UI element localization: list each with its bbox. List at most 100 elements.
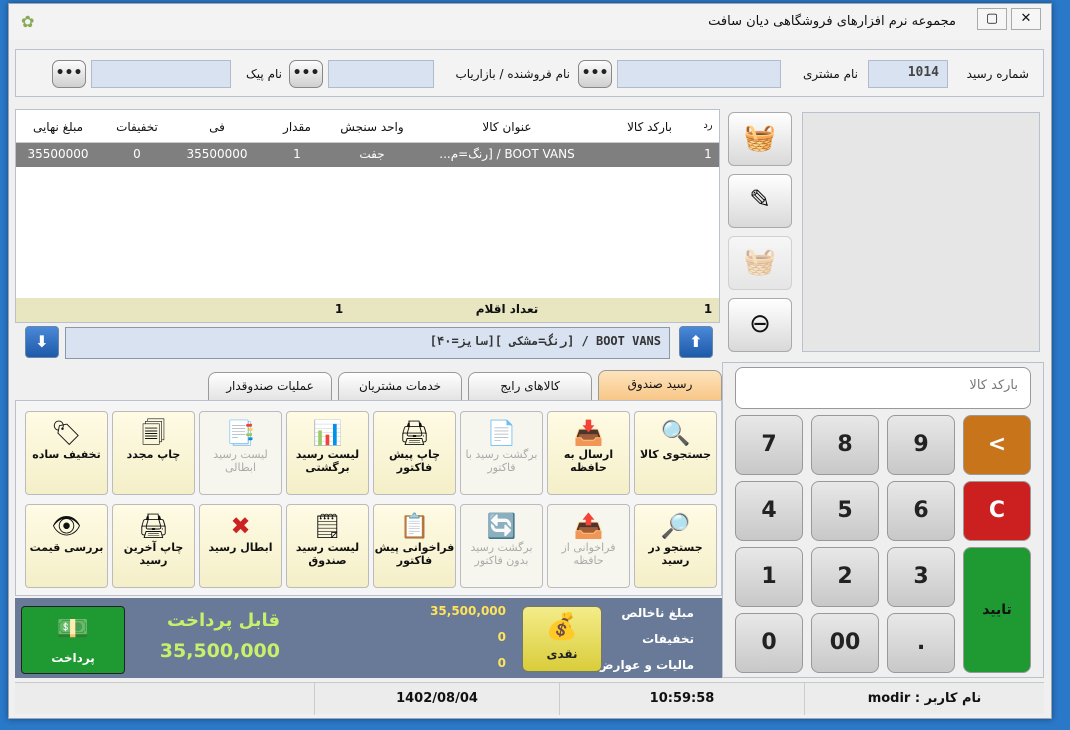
barcode-input[interactable]: بارکد کالا <box>735 367 1031 409</box>
discount-value: 0 <box>497 630 506 644</box>
payable-label: قابل پرداخت <box>166 610 280 631</box>
key-00[interactable]: 00 <box>811 613 879 673</box>
return-with-invoice-button[interactable]: 📄 برگشت رسید با فاکتور <box>460 411 543 495</box>
returned-receipts-list-button[interactable]: 📊 لیست رسید برگشتی <box>286 411 369 495</box>
col-unit: واحد سنجش <box>340 120 404 134</box>
payable-amount: 35,500,000 <box>159 640 280 662</box>
add-to-basket-button[interactable]: 🧺 <box>728 112 792 166</box>
key-9[interactable]: 9 <box>887 415 955 475</box>
receipt-number-label: شماره رسید <box>966 67 1029 81</box>
grid-header: رد بارکد کالا عنوان کالا واحد سنجش مقدار… <box>16 110 719 143</box>
key-6[interactable]: 6 <box>887 481 955 541</box>
basket-up-button[interactable]: 🧺 <box>728 236 792 290</box>
key-7[interactable]: 7 <box>735 415 803 475</box>
outbox-icon: 📤 <box>573 512 604 540</box>
clear-key[interactable]: C <box>963 481 1031 541</box>
key-8[interactable]: 8 <box>811 415 879 475</box>
close-button[interactable]: ✕ <box>1011 8 1041 30</box>
price-check-button[interactable]: 👁 بررسی قیمت <box>25 504 108 588</box>
print-last-receipt-button[interactable]: 🖨 چاپ آخرین رسید <box>112 504 195 588</box>
simple-discount-button[interactable]: 🏷 تخفیف ساده <box>25 411 108 495</box>
printer-icon: 🖨 <box>138 512 169 540</box>
status-bar: modir : نام کاربر 10:59:58 1402/08/04 <box>15 682 1044 715</box>
key-0[interactable]: 0 <box>735 613 803 673</box>
print-proforma-button[interactable]: 🖨 چاپ پیش فاکتور <box>373 411 456 495</box>
return-without-invoice-button[interactable]: 🔄 برگشت رسید بدون فاکتور <box>460 504 543 588</box>
items-grid[interactable]: رد بارکد کالا عنوان کالا واحد سنجش مقدار… <box>15 109 720 323</box>
status-user: modir : نام کاربر <box>804 683 1044 715</box>
seller-name-label: نام فروشنده / بازاریاب <box>455 67 570 81</box>
recall-from-memory-button[interactable]: 📤 فراخوانی از حافظه <box>547 504 630 588</box>
tab-common-items[interactable]: کالاهای رایج <box>468 372 592 400</box>
backspace-key[interactable]: < <box>963 415 1031 475</box>
cancel-receipt-button[interactable]: ✖ ابطال رسید <box>199 504 282 588</box>
remove-basket-item-button[interactable]: ⊖ <box>728 298 792 352</box>
main-window: مجموعه نرم افزارهای فروشگاهی دیان سافت ✿… <box>8 3 1052 719</box>
move-up-button[interactable]: ⬆ <box>679 326 713 358</box>
status-date: 1402/08/04 <box>314 683 559 715</box>
key-5[interactable]: 5 <box>811 481 879 541</box>
inbox-icon: 📥 <box>573 419 604 447</box>
gross-amount-label: مبلغ ناخالص <box>621 606 694 620</box>
key-1[interactable]: 1 <box>735 547 803 607</box>
search-receipt-button[interactable]: 🔎 جستجو در رسید <box>634 504 717 588</box>
tab-customer-services[interactable]: خدمات مشتریان <box>338 372 462 400</box>
basket-up-icon: 🧺 <box>743 247 777 277</box>
cashbox-receipts-list-button[interactable]: 🗒 لیست رسید صندوق <box>286 504 369 588</box>
spreadsheet-icon: 📊 <box>312 419 343 447</box>
key-decimal[interactable]: . <box>887 613 955 673</box>
cash-payment-button[interactable]: 💰 نقدی <box>522 606 602 672</box>
col-discount: تخفیفات <box>116 120 158 134</box>
col-price: فی <box>209 120 225 134</box>
search-icon: 🔍 <box>660 419 691 447</box>
col-title: عنوان کالا <box>482 120 532 134</box>
table-row[interactable]: 1 BOOT VANS / [رنگ=م... جفت 1 35500000 0… <box>16 143 719 167</box>
customer-browse-button[interactable]: ••• <box>578 60 612 88</box>
pay-button[interactable]: 💵 پرداخت <box>21 606 125 674</box>
item-navigation-bar: ⬇ BOOT VANS / [رنگ=مشکی ][سایز=۴۰] ⬆ <box>15 324 720 362</box>
col-final-amount: مبلغ نهایی <box>32 120 84 134</box>
discount-label: تخفیفات <box>642 632 694 646</box>
edit-basket-item-button[interactable]: ✎ <box>728 174 792 228</box>
clipboard-icon: 📋 <box>399 512 430 540</box>
cancelled-receipts-list-button[interactable]: 📑 لیست رسید ابطالی <box>199 411 282 495</box>
recall-proforma-button[interactable]: 📋 فراخوانی پیش فاکتور <box>373 504 456 588</box>
courier-name-label: نام پیک <box>246 67 282 81</box>
customer-name-label: نام مشتری <box>802 67 858 81</box>
search-product-button[interactable]: 🔍 جستجوی کالا <box>634 411 717 495</box>
document-icon: 📄 <box>486 419 517 447</box>
eye-icon: 👁 <box>51 512 82 540</box>
pages-icon: 📑 <box>225 419 256 447</box>
basket-remove-icon: ⊖ <box>749 309 771 339</box>
customer-name-field[interactable] <box>617 60 781 88</box>
courier-browse-button[interactable]: ••• <box>52 60 86 88</box>
courier-name-field[interactable] <box>91 60 231 88</box>
col-barcode: بارکد کالا <box>627 120 672 134</box>
key-2[interactable]: 2 <box>811 547 879 607</box>
tab-cashier-operations[interactable]: عملیات صندوقدار <box>208 372 332 400</box>
reprint-button[interactable]: 🗐 چاپ مجدد <box>112 411 195 495</box>
status-time: 10:59:58 <box>559 683 804 715</box>
cancel-icon: ✖ <box>230 512 251 540</box>
key-3[interactable]: 3 <box>887 547 955 607</box>
move-down-button[interactable]: ⬇ <box>25 326 59 358</box>
tag-icon: 🏷 <box>51 419 82 447</box>
footer-count-right: 1 <box>703 302 713 316</box>
title-bar: مجموعه نرم افزارهای فروشگاهی دیان سافت ✿… <box>9 4 1051 40</box>
key-4[interactable]: 4 <box>735 481 803 541</box>
header-panel: شماره رسید 1014 نام مشتری ••• نام فروشند… <box>15 49 1044 97</box>
seller-browse-button[interactable]: ••• <box>289 60 323 88</box>
tab-strip: رسید صندوق کالاهای رایج خدمات مشتریان عم… <box>15 368 722 400</box>
send-to-memory-button[interactable]: 📥 ارسال به حافظه <box>547 411 630 495</box>
receipt-number-field: 1014 <box>868 60 948 88</box>
arrow-down-icon: ⬇ <box>35 332 49 351</box>
seller-name-field[interactable] <box>328 60 434 88</box>
coins-icon: 💰 <box>545 612 579 642</box>
confirm-key[interactable]: تایید <box>963 547 1031 673</box>
payment-summary: مبلغ ناخالص تخفیفات مالیات و عوارض 💰 نقد… <box>15 598 722 678</box>
maximize-button[interactable]: ▢ <box>977 8 1007 30</box>
window-title: مجموعه نرم افزارهای فروشگاهی دیان سافت <box>708 14 956 29</box>
app-icon: ✿ <box>21 12 35 31</box>
selected-item-text: BOOT VANS / [رنگ=مشکی ][سایز=۴۰] <box>65 327 670 359</box>
tab-receipt[interactable]: رسید صندوق <box>598 370 722 400</box>
